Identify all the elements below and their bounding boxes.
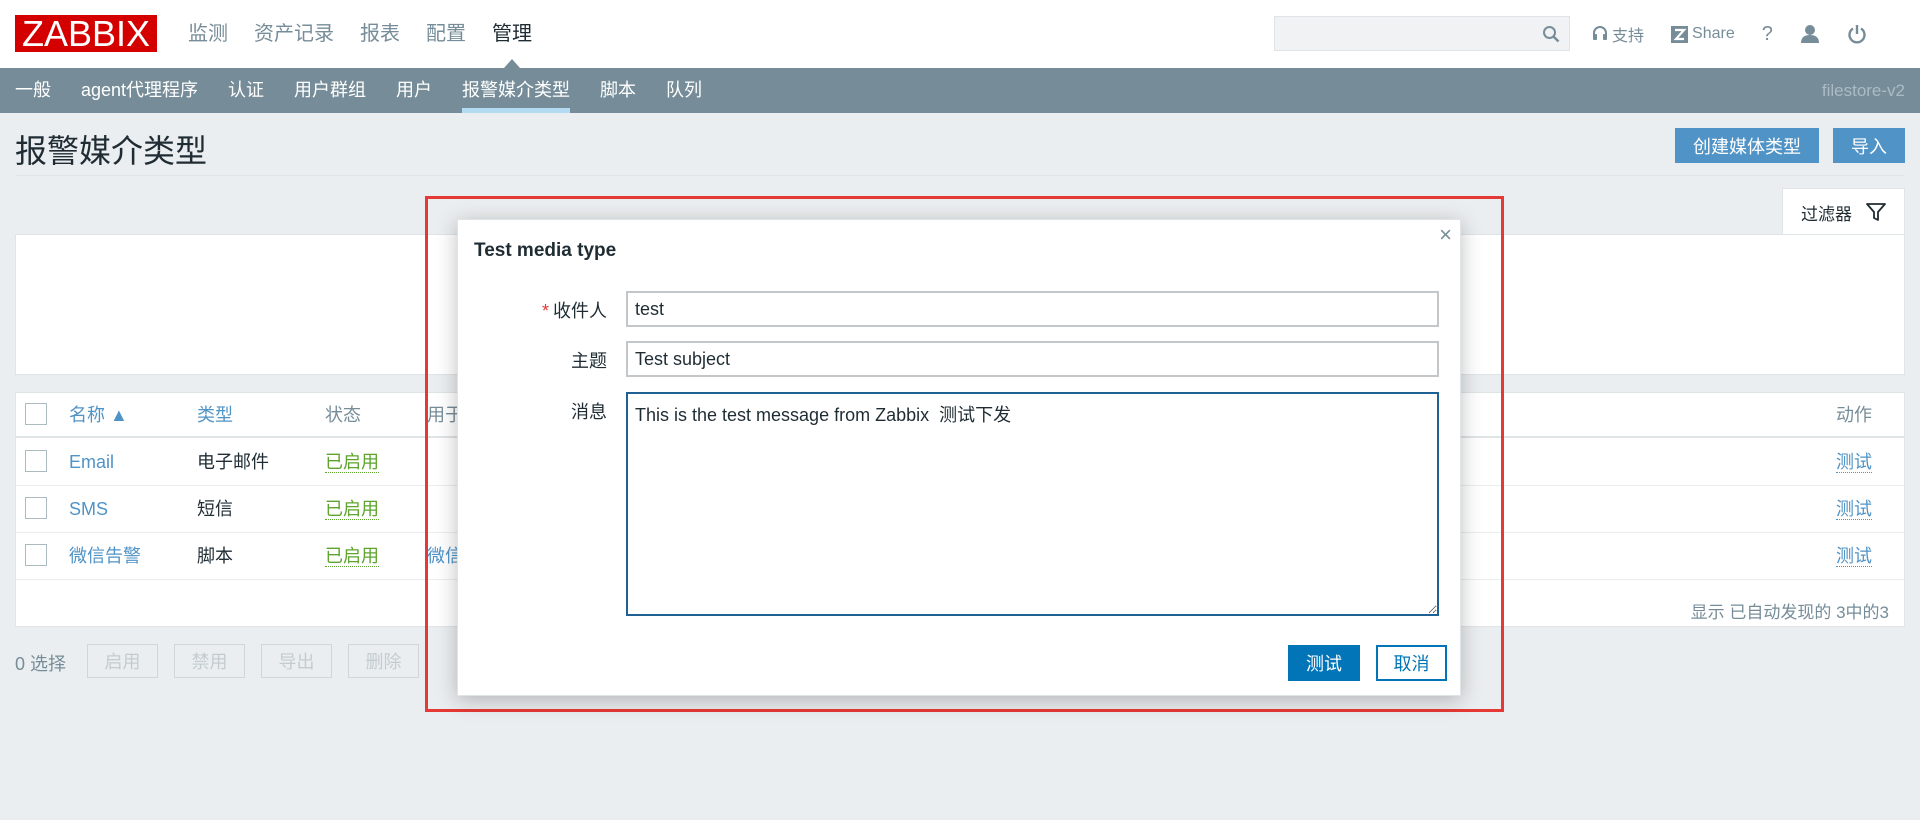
support-link[interactable]: 支持 <box>1592 22 1644 46</box>
status-toggle[interactable]: 已启用 <box>325 439 379 486</box>
column-status: 状态 <box>325 405 361 425</box>
media-type: 脚本 <box>197 546 233 566</box>
row-checkbox[interactable] <box>25 544 47 566</box>
top-header: ZABBIX 监测 资产记录 报表 配置 管理 支持 Share ? <box>0 0 1920 68</box>
nav-monitoring[interactable]: 监测 <box>175 0 241 68</box>
support-label: 支持 <box>1612 28 1645 45</box>
zabbix-logo[interactable]: ZABBIX <box>15 15 157 52</box>
main-nav: 监测 资产记录 报表 配置 管理 <box>175 0 545 68</box>
subnav-user-groups[interactable]: 用户群组 <box>279 68 381 113</box>
top-right-tools: 支持 Share ? <box>1592 0 1894 68</box>
test-label: 测试 <box>1836 452 1872 473</box>
subnav-media-types[interactable]: 报警媒介类型 <box>447 68 585 113</box>
subnav-queue[interactable]: 队列 <box>651 68 717 113</box>
row-checkbox[interactable] <box>25 450 47 472</box>
subnav-scripts[interactable]: 脚本 <box>585 68 651 113</box>
bulk-export-button[interactable]: 导出 <box>261 644 332 678</box>
create-media-type-button[interactable]: 创建媒体类型 <box>1675 128 1819 163</box>
subject-field[interactable] <box>626 341 1439 377</box>
media-type: 电子邮件 <box>197 452 269 472</box>
share-icon <box>1671 25 1689 43</box>
cancel-button[interactable]: 取消 <box>1376 645 1447 681</box>
search-input[interactable] <box>1275 17 1525 50</box>
user-icon <box>1800 25 1819 43</box>
sub-nav: 一般 agent代理程序 认证 用户群组 用户 报警媒介类型 脚本 队列 <box>0 68 717 113</box>
test-link[interactable]: 测试 <box>1836 486 1872 533</box>
close-icon[interactable]: × <box>1439 224 1452 246</box>
bulk-delete-button[interactable]: 删除 <box>348 644 419 678</box>
media-type: 短信 <box>197 499 233 519</box>
nav-configuration[interactable]: 配置 <box>413 0 479 68</box>
column-name[interactable]: 名称 ▲ <box>69 393 128 438</box>
power-icon <box>1848 25 1866 44</box>
recipient-field[interactable] <box>626 291 1439 327</box>
headset-icon <box>1593 26 1607 40</box>
filter-label: 过滤器 <box>1801 204 1852 224</box>
select-all-checkbox[interactable] <box>25 403 47 425</box>
server-name: filestore-v2 <box>1821 81 1905 100</box>
subnav-general[interactable]: 一般 <box>0 68 66 113</box>
media-name-link[interactable]: Email <box>69 439 114 486</box>
sub-nav-bar: 一般 agent代理程序 认证 用户群组 用户 报警媒介类型 脚本 队列 fil… <box>0 68 1920 113</box>
subnav-users[interactable]: 用户 <box>381 68 447 113</box>
message-field[interactable]: This is the test message from Zabbix 测试下… <box>626 392 1439 616</box>
status-label: 已启用 <box>325 499 379 520</box>
nav-inventory[interactable]: 资产记录 <box>241 0 347 68</box>
import-button[interactable]: 导入 <box>1833 128 1905 163</box>
required-marker: * <box>541 301 549 321</box>
test-label: 测试 <box>1836 546 1872 567</box>
search-icon[interactable] <box>1542 25 1560 43</box>
help-icon[interactable]: ? <box>1762 23 1773 46</box>
filter-tab[interactable]: 过滤器 <box>1782 188 1905 235</box>
nav-reports[interactable]: 报表 <box>347 0 413 68</box>
column-actions: 动作 <box>1836 405 1872 425</box>
status-label: 已启用 <box>325 546 379 567</box>
row-checkbox[interactable] <box>25 497 47 519</box>
column-type[interactable]: 类型 <box>197 393 233 438</box>
dialog-title: Test media type <box>474 240 617 261</box>
nav-administration[interactable]: 管理 <box>479 0 545 68</box>
share-label: Share <box>1692 25 1735 42</box>
test-link[interactable]: 测试 <box>1836 533 1872 580</box>
test-link[interactable]: 测试 <box>1836 439 1872 486</box>
header-divider <box>15 175 1905 176</box>
test-label: 测试 <box>1836 499 1872 520</box>
subject-label: 主题 <box>571 351 607 371</box>
media-name-link[interactable]: 微信告警 <box>69 533 141 580</box>
status-label: 已启用 <box>325 452 379 473</box>
status-toggle[interactable]: 已启用 <box>325 486 379 533</box>
message-label: 消息 <box>571 402 607 422</box>
logout-icon[interactable] <box>1847 24 1867 44</box>
subnav-authentication[interactable]: 认证 <box>213 68 279 113</box>
test-button[interactable]: 测试 <box>1288 645 1360 681</box>
recipient-label: * 收件人 <box>542 297 607 323</box>
filter-icon <box>1866 203 1886 221</box>
search-box <box>1274 16 1570 51</box>
status-toggle[interactable]: 已启用 <box>325 533 379 580</box>
selected-count: 0 选择 <box>15 654 67 674</box>
bulk-enable-button[interactable]: 启用 <box>87 644 158 678</box>
recipient-label-text: 收件人 <box>553 301 607 321</box>
media-name-link[interactable]: SMS <box>69 486 108 533</box>
share-link[interactable]: Share <box>1671 25 1735 43</box>
table-stats: 显示 已自动发现的 3中的3 <box>1690 603 1889 622</box>
page-title: 报警媒介类型 <box>15 133 208 169</box>
user-profile-icon[interactable] <box>1800 24 1820 44</box>
bulk-disable-button[interactable]: 禁用 <box>174 644 245 678</box>
subnav-proxies[interactable]: agent代理程序 <box>66 68 213 113</box>
test-media-type-dialog: Test media type × *收件人 主题 消息 This is the… <box>457 219 1461 696</box>
